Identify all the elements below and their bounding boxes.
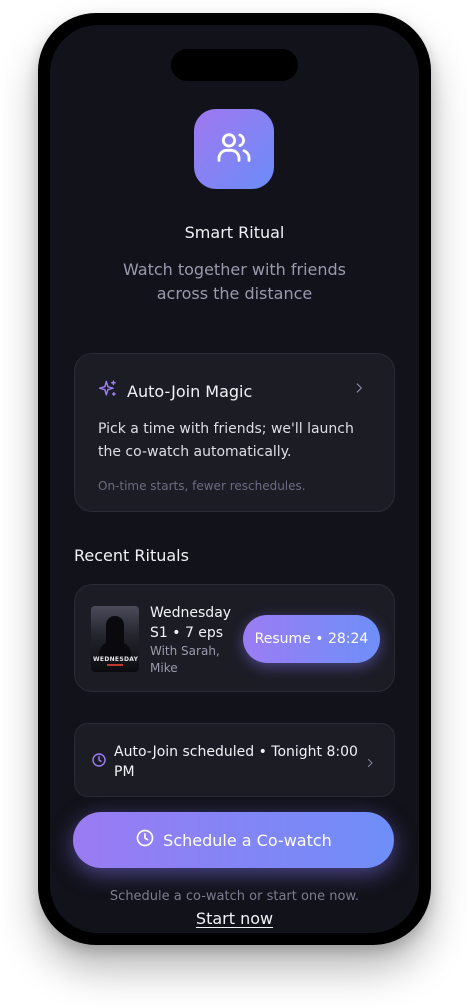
ritual-card[interactable]: WEDNESDAY Wednesday S1 • 7 eps With Sara… <box>74 584 395 692</box>
page-title: Smart Ritual <box>184 223 285 242</box>
auto-join-title: Auto-Join Magic <box>127 381 253 401</box>
schedule-cowatch-label: Schedule a Co-watch <box>163 830 332 850</box>
recent-rituals-heading: Recent Rituals <box>74 546 189 565</box>
page-subtitle: Watch together with friends across the d… <box>122 260 347 303</box>
phone-frame: Smart Ritual Watch together with friends… <box>38 13 431 945</box>
app-screen: Smart Ritual Watch together with friends… <box>50 25 419 933</box>
people-icon <box>214 127 254 171</box>
clock-icon <box>135 828 155 852</box>
show-poster: WEDNESDAY <box>91 606 139 672</box>
auto-join-magic-card[interactable]: Auto-Join Magic Pick a time with friends… <box>74 353 395 512</box>
start-now-link[interactable]: Start now <box>196 909 273 928</box>
show-episodes: S1 • 7 eps <box>150 625 224 641</box>
app-logo <box>194 109 274 189</box>
resume-button[interactable]: Resume • 28:24 <box>243 615 380 663</box>
dynamic-island <box>171 49 298 81</box>
chevron-right-icon <box>364 754 376 773</box>
footer-hint: Schedule a co-watch or start one now. <box>109 889 360 904</box>
auto-join-header: Auto-Join Magic <box>98 379 252 403</box>
sparkles-icon <box>98 379 118 403</box>
poster-title: WEDNESDAY <box>93 656 139 663</box>
show-title: Wednesday <box>150 605 232 621</box>
auto-join-description: Pick a time with friends; we'll launch t… <box>98 421 354 460</box>
auto-join-note: On-time starts, fewer reschedules. <box>98 479 306 493</box>
schedule-cowatch-button[interactable]: Schedule a Co-watch <box>73 812 394 868</box>
scheduled-text: Auto-Join scheduled • Tonight 8:00 PM <box>114 744 358 780</box>
chevron-right-icon <box>352 380 366 399</box>
show-participants: With Sarah, Mike <box>150 644 220 675</box>
scheduled-auto-join-row[interactable]: Auto-Join scheduled • Tonight 8:00 PM <box>74 723 395 797</box>
clock-icon <box>91 752 107 772</box>
